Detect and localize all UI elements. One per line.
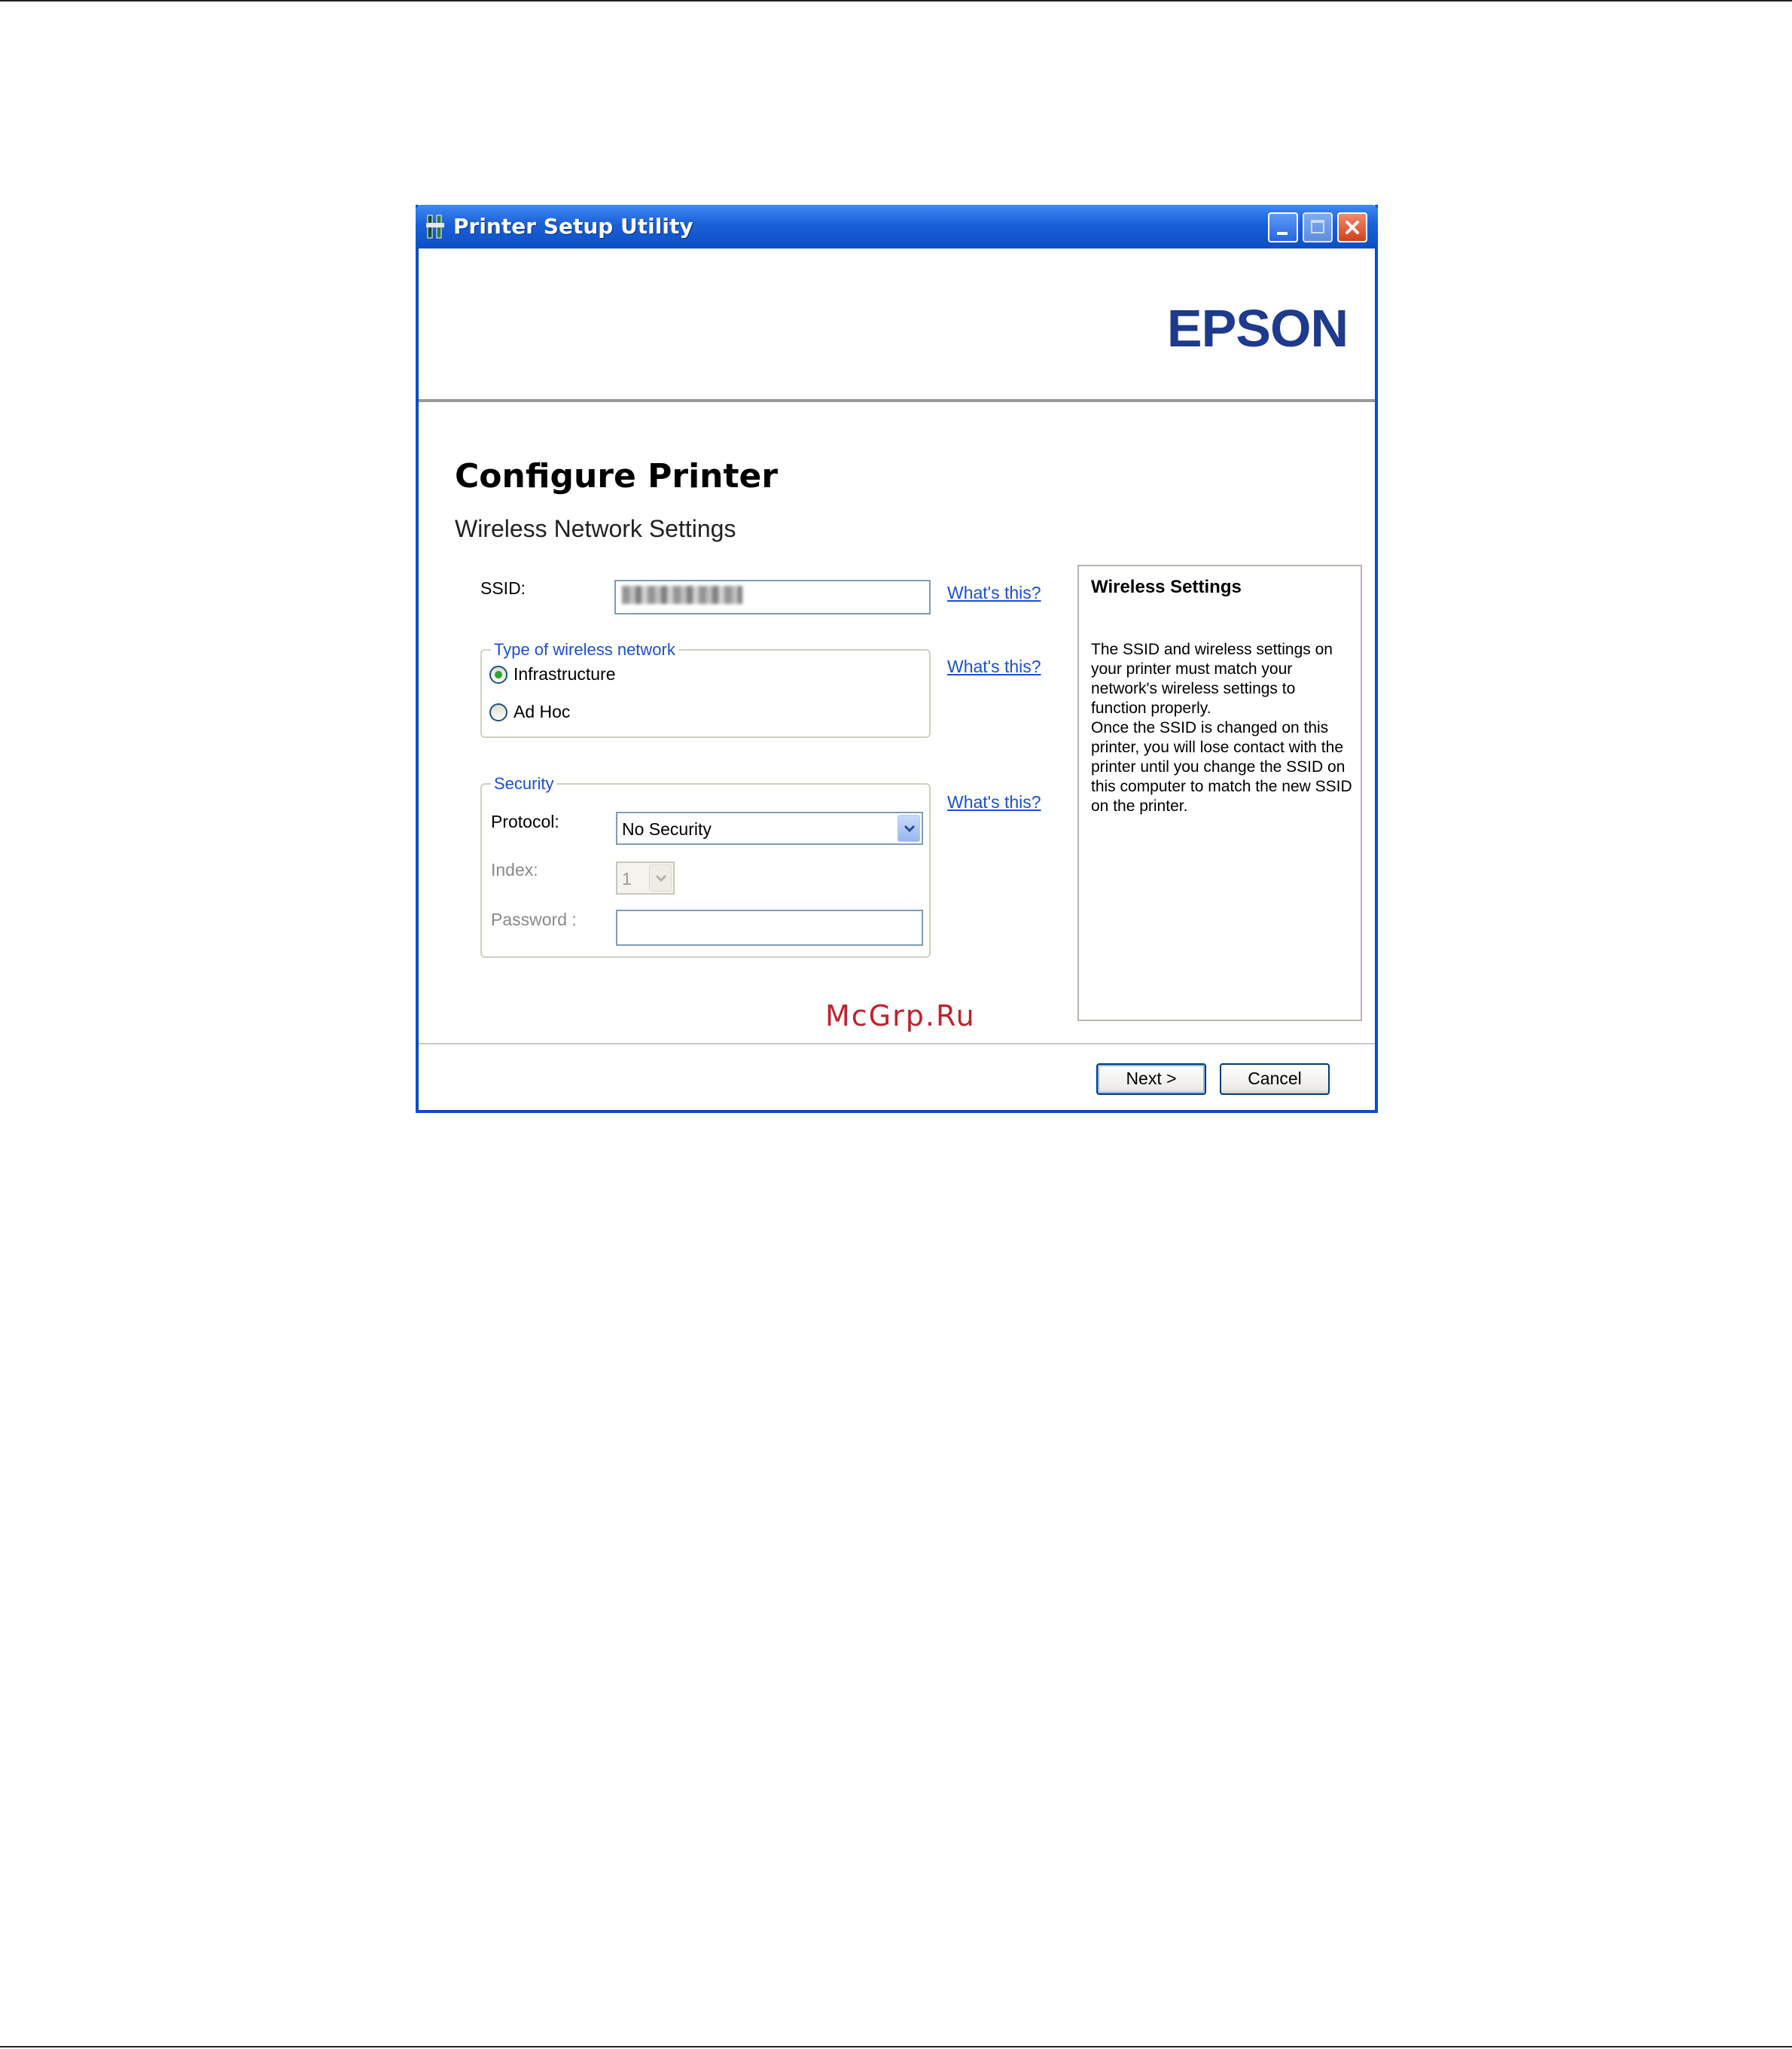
index-label: Index: — [491, 860, 538, 880]
next-button[interactable]: Next > — [1096, 1063, 1206, 1095]
cancel-button[interactable]: Cancel — [1220, 1063, 1330, 1095]
printer-setup-window: Printer Setup Utility EPSON Configure Pr… — [416, 205, 1378, 1113]
page-title: Configure Printer — [455, 457, 779, 495]
minimize-button[interactable] — [1268, 212, 1298, 242]
maximize-button[interactable] — [1303, 212, 1333, 242]
info-panel-title: Wireless Settings — [1091, 577, 1242, 597]
index-selected-value: 1 — [622, 869, 632, 889]
protocol-selected-value: No Security — [622, 819, 712, 839]
close-button[interactable] — [1337, 212, 1367, 242]
security-group: Security Protocol: No Security Index: 1 … — [480, 774, 931, 958]
ssid-obscured-value — [622, 586, 742, 604]
header-banner: EPSON — [419, 249, 1375, 399]
adhoc-radio[interactable] — [489, 703, 507, 721]
security-help-link[interactable]: What's this? — [947, 792, 1041, 813]
page-subtitle: Wireless Network Settings — [455, 515, 736, 542]
network-type-legend: Type of wireless network — [491, 640, 678, 660]
header-divider — [419, 399, 1375, 402]
footer-divider — [419, 1043, 1375, 1044]
password-input[interactable] — [616, 910, 923, 946]
window-title: Printer Setup Utility — [453, 214, 693, 239]
info-panel-body: The SSID and wireless settings on your p… — [1091, 641, 1352, 815]
ssid-label: SSID: — [480, 578, 526, 598]
index-dropdown-button[interactable] — [649, 864, 672, 892]
protocol-label: Protocol: — [491, 812, 559, 831]
brand-logo: EPSON — [1166, 299, 1349, 358]
ssid-help-link[interactable]: What's this? — [947, 583, 1041, 603]
protocol-select[interactable]: No Security — [616, 812, 923, 845]
printer-utility-icon — [426, 215, 444, 239]
chevron-down-icon — [904, 825, 916, 833]
adhoc-label[interactable]: Ad Hoc — [514, 702, 570, 722]
security-legend: Security — [491, 774, 557, 794]
title-bar[interactable]: Printer Setup Utility — [416, 205, 1378, 249]
close-icon — [1346, 221, 1359, 234]
network-type-help-link[interactable]: What's this? — [947, 657, 1041, 677]
info-panel: Wireless Settings The SSID and wireless … — [1077, 565, 1362, 1021]
protocol-dropdown-button[interactable] — [898, 815, 920, 842]
page-bottom-rule — [0, 2046, 1792, 2047]
password-label: Password : — [491, 910, 577, 929]
page-top-rule — [0, 0, 1792, 2]
infrastructure-label[interactable]: Infrastructure — [514, 664, 616, 685]
network-type-group: Type of wireless network Infrastructure … — [480, 640, 931, 738]
infrastructure-radio[interactable] — [489, 666, 507, 684]
index-select[interactable]: 1 — [616, 861, 675, 895]
chevron-down-icon — [655, 874, 667, 883]
watermark: McGrp.Ru — [825, 999, 976, 1032]
ssid-input[interactable] — [614, 580, 931, 614]
